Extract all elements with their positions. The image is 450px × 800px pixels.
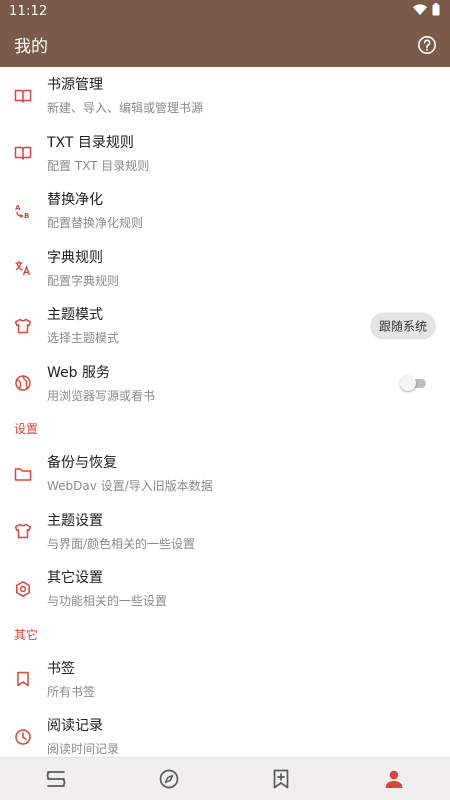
globe-icon bbox=[14, 374, 32, 392]
item-backup-restore[interactable]: 备份与恢复 WebDav 设置/导入旧版本数据 bbox=[0, 445, 450, 503]
page-title: 我的 bbox=[14, 37, 48, 57]
clock-icon bbox=[14, 728, 32, 746]
item-subtitle: 选择主题模式 bbox=[47, 331, 120, 345]
nav-bookshelf[interactable] bbox=[36, 759, 76, 799]
section-header-settings: 设置 bbox=[14, 422, 39, 436]
bottom-navigation bbox=[0, 757, 450, 800]
settings-gear-icon bbox=[14, 580, 32, 598]
item-title: 主题模式 bbox=[47, 307, 103, 323]
item-subtitle: 配置替换净化规则 bbox=[47, 216, 144, 230]
item-title: 主题设置 bbox=[47, 512, 103, 529]
item-txt-toc-rule[interactable]: TXT 目录规则 配置 TXT 目录规则 bbox=[0, 125, 450, 183]
status-bar: 11:12 bbox=[0, 0, 450, 22]
item-web-service[interactable]: Web 服务 用浏览器写源或看书 bbox=[0, 355, 450, 413]
item-title: 备份与恢复 bbox=[47, 455, 117, 471]
theme-mode-value-chip[interactable]: 跟随系统 bbox=[369, 312, 436, 340]
item-bookmarks[interactable]: 书签 所有书签 bbox=[0, 651, 450, 709]
status-icons bbox=[413, 2, 440, 20]
battery-icon bbox=[432, 2, 440, 20]
replace-ab-icon: A B bbox=[14, 202, 32, 220]
item-title: 字典规则 bbox=[47, 249, 103, 266]
folder-icon bbox=[14, 465, 32, 483]
app-bar: 我的 bbox=[0, 22, 450, 67]
settings-list[interactable]: 书源管理 新建、导入、编辑或管理书源 TXT 目录规则 配置 TXT 目录规则 … bbox=[0, 67, 450, 757]
item-dictionary-rule[interactable]: 字典规则 配置字典规则 bbox=[0, 240, 450, 298]
item-other-settings[interactable]: 其它设置 与功能相关的一些设置 bbox=[0, 560, 450, 618]
item-subtitle: 用浏览器写源或看书 bbox=[47, 388, 156, 403]
tshirt-icon bbox=[14, 522, 32, 540]
item-title: 书签 bbox=[47, 660, 75, 677]
item-book-source[interactable]: 书源管理 新建、导入、编辑或管理书源 bbox=[0, 67, 450, 125]
item-title: 替换净化 bbox=[47, 192, 103, 208]
item-title: Web 服务 bbox=[47, 364, 110, 381]
item-theme-settings[interactable]: 主题设置 与界面/颜色相关的一些设置 bbox=[0, 503, 450, 561]
item-subtitle: 配置 TXT 目录规则 bbox=[47, 158, 150, 173]
item-title: 阅读记录 bbox=[47, 718, 103, 734]
nav-my[interactable] bbox=[374, 759, 414, 799]
book-open-icon bbox=[14, 144, 32, 162]
nav-rss[interactable] bbox=[261, 759, 301, 799]
translate-icon bbox=[14, 259, 32, 277]
wifi-icon bbox=[413, 3, 427, 19]
item-subtitle: 阅读时间记录 bbox=[47, 742, 120, 756]
item-replace-purify[interactable]: A B 替换净化 配置替换净化规则 bbox=[0, 182, 450, 240]
help-circle-icon bbox=[418, 35, 436, 54]
nav-discover[interactable] bbox=[149, 759, 189, 799]
item-subtitle: 新建、导入、编辑或管理书源 bbox=[47, 101, 204, 115]
help-button[interactable] bbox=[416, 34, 438, 56]
svg-text:A: A bbox=[15, 204, 21, 212]
item-subtitle: 与功能相关的一些设置 bbox=[47, 594, 168, 608]
svg-text:B: B bbox=[24, 212, 29, 220]
item-theme-mode[interactable]: 主题模式 选择主题模式 跟随系统 bbox=[0, 297, 450, 355]
item-subtitle: 配置字典规则 bbox=[47, 273, 120, 288]
item-title: 书源管理 bbox=[47, 77, 103, 93]
item-subtitle: WebDav 设置/导入旧版本数据 bbox=[47, 479, 213, 493]
web-service-toggle[interactable] bbox=[400, 375, 426, 392]
toggle-thumb bbox=[400, 375, 416, 392]
book-open-icon bbox=[14, 87, 32, 105]
person-icon bbox=[385, 770, 403, 788]
bookmark-plus-icon bbox=[273, 769, 289, 789]
item-reading-history[interactable]: 阅读记录 阅读时间记录 bbox=[0, 708, 450, 757]
section-header-other: 其它 bbox=[14, 627, 39, 642]
bookshelf-icon bbox=[46, 771, 66, 787]
item-subtitle: 与界面/颜色相关的一些设置 bbox=[47, 536, 196, 551]
item-subtitle: 所有书签 bbox=[47, 684, 96, 699]
item-title: 其它设置 bbox=[47, 570, 103, 586]
status-time: 11:12 bbox=[9, 3, 48, 19]
bookmark-icon bbox=[14, 670, 32, 688]
item-title: TXT 目录规则 bbox=[47, 134, 134, 151]
tshirt-icon bbox=[14, 317, 32, 335]
compass-icon bbox=[159, 769, 179, 789]
